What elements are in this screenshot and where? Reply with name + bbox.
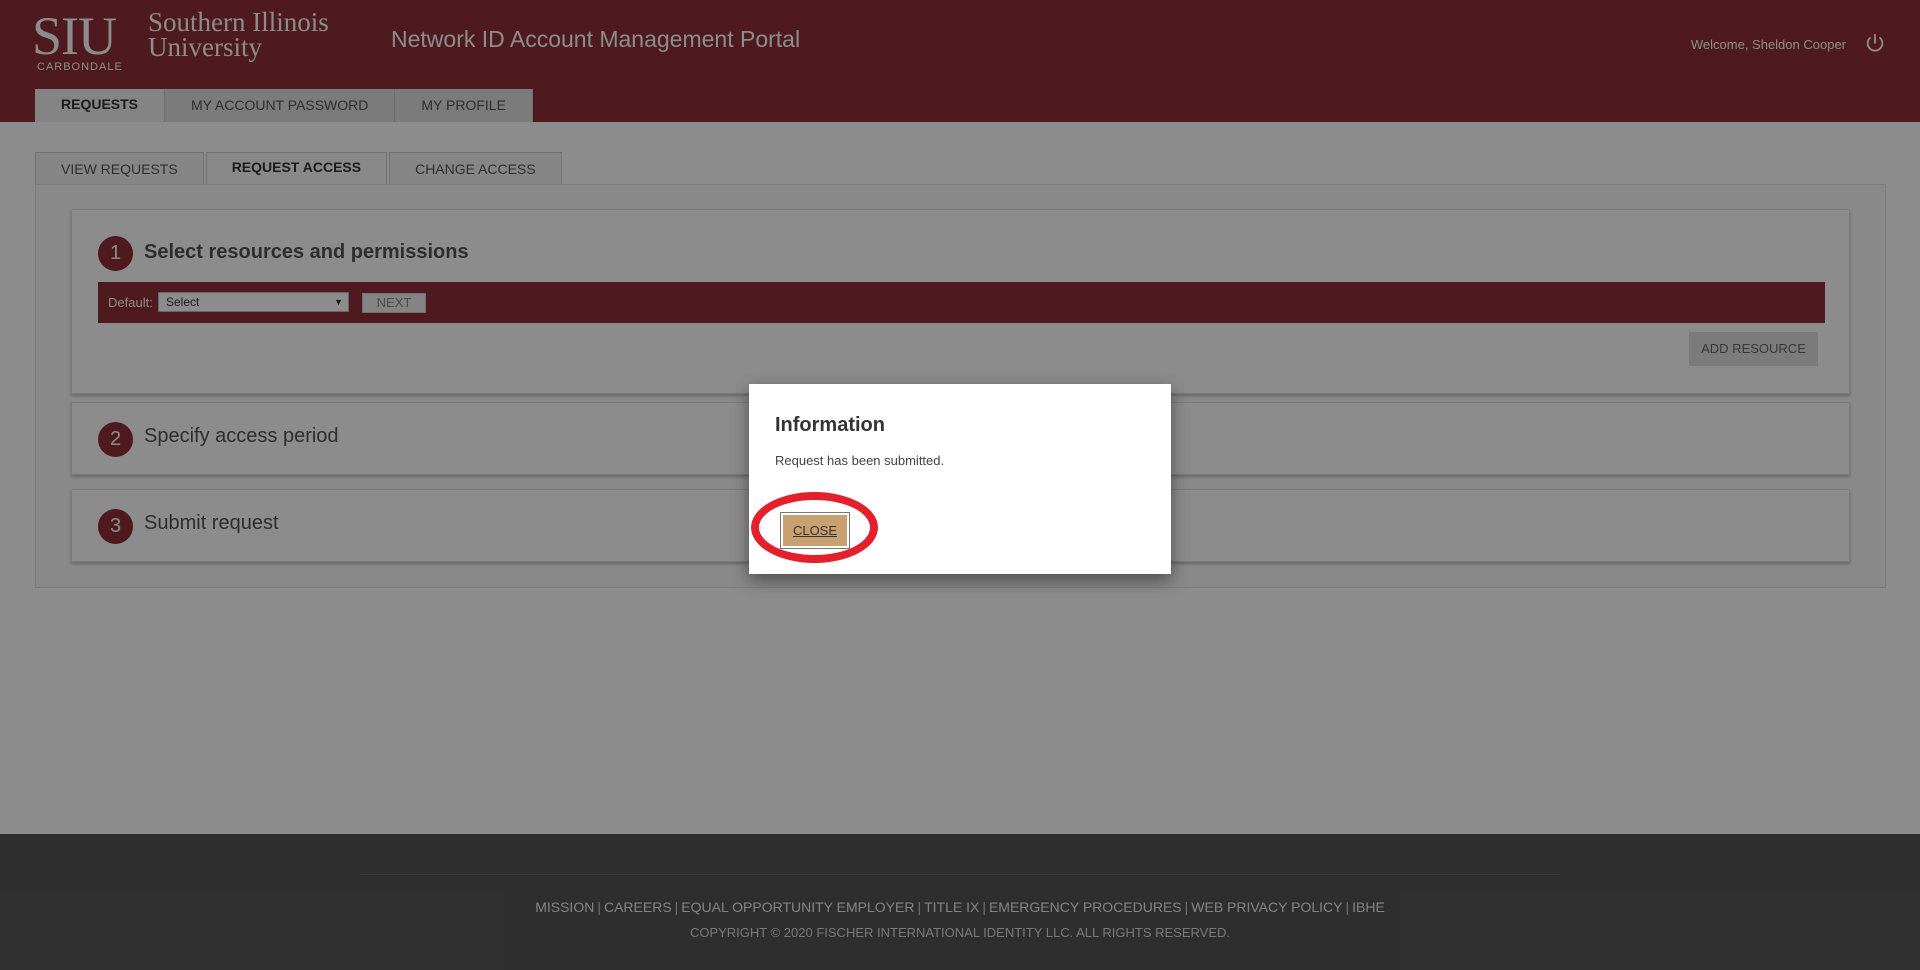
dialog-title: Information — [775, 414, 885, 436]
highlight-annotation — [751, 492, 878, 563]
dialog-message: Request has been submitted. — [775, 453, 945, 468]
